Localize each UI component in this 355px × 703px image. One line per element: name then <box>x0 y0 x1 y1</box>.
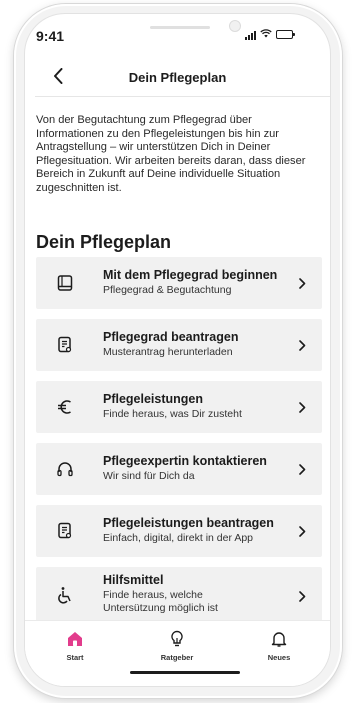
card-pflegegrad-beginnen[interactable]: Mit dem Pflegegrad beginnen Pflegegrad &… <box>36 257 322 309</box>
intro-text: Von der Begutachtung zum Pflegegrad über… <box>36 114 306 194</box>
chevron-right-icon <box>296 590 308 602</box>
tab-label: Neues <box>267 653 291 662</box>
speaker-grille <box>150 26 210 29</box>
camera-icon <box>229 20 241 32</box>
chevron-right-icon <box>296 277 308 289</box>
wheelchair-icon <box>55 585 75 605</box>
card-subtitle: Einfach, digital, direkt in der App <box>103 532 254 544</box>
book-icon <box>55 273 75 293</box>
bell-icon <box>249 629 309 649</box>
home-indicator <box>130 671 240 674</box>
card-pflegegrad-beantragen[interactable]: Pflegegrad beantragen Musterantrag herun… <box>36 319 322 371</box>
signal-icon <box>245 30 256 40</box>
card-pflegeexpertin[interactable]: Pflegeexpertin kontaktieren Wir sind für… <box>36 443 322 495</box>
card-subtitle: Pflegegrad & Begutachtung <box>103 284 232 296</box>
document-icon <box>55 521 75 541</box>
tab-label: Start <box>66 653 84 662</box>
page-title: Dein Pflegeplan <box>128 70 227 85</box>
card-subtitle: Finde heraus, was Dir zusteht <box>103 408 242 420</box>
status-time: 9:41 <box>36 28 65 44</box>
card-pflegeleistungen[interactable]: Pflegeleistungen Finde heraus, was Dir z… <box>36 381 322 433</box>
document-icon <box>55 335 75 355</box>
card-subtitle: Musterantrag herunterladen <box>103 346 233 358</box>
chevron-right-icon <box>296 339 308 351</box>
card-title: Pflegegrad beantragen <box>103 330 239 344</box>
tab-label: Ratgeber <box>160 653 194 662</box>
tab-start[interactable]: Start <box>45 629 105 662</box>
wifi-icon <box>260 29 272 40</box>
card-title: Mit dem Pflegegrad beginnen <box>103 268 278 282</box>
tab-bar: Start Ratgeber Neues <box>25 620 330 686</box>
chevron-right-icon <box>296 401 308 413</box>
card-title: Pflegeleistungen <box>103 392 204 406</box>
card-title: Pflegeexpertin kontaktieren <box>103 454 267 468</box>
card-hilfsmittel[interactable]: Hilfsmittel Finde heraus, welche Untersü… <box>36 567 322 625</box>
tab-ratgeber[interactable]: Ratgeber <box>147 629 207 662</box>
battery-icon <box>276 30 295 39</box>
section-title: Dein Pflegeplan <box>36 232 172 252</box>
tab-neues[interactable]: Neues <box>249 629 309 662</box>
card-subtitle: Wir sind für Dich da <box>103 470 195 482</box>
home-icon <box>45 629 105 649</box>
headphones-icon <box>55 459 75 479</box>
status-icons <box>245 29 295 40</box>
chevron-right-icon <box>296 525 308 537</box>
card-subtitle: Finde heraus, welche Untersützung möglic… <box>103 589 218 614</box>
euro-icon <box>55 397 75 417</box>
card-title: Pflegeleistungen beantragen <box>103 516 274 530</box>
card-title: Hilfsmittel <box>103 573 164 587</box>
header-divider <box>35 96 330 97</box>
chevron-right-icon <box>296 463 308 475</box>
care-plan-list: Mit dem Pflegegrad beginnen Pflegegrad &… <box>36 257 322 635</box>
card-pflegeleistungen-beantragen[interactable]: Pflegeleistungen beantragen Einfach, dig… <box>36 505 322 557</box>
lightbulb-icon <box>147 629 207 649</box>
